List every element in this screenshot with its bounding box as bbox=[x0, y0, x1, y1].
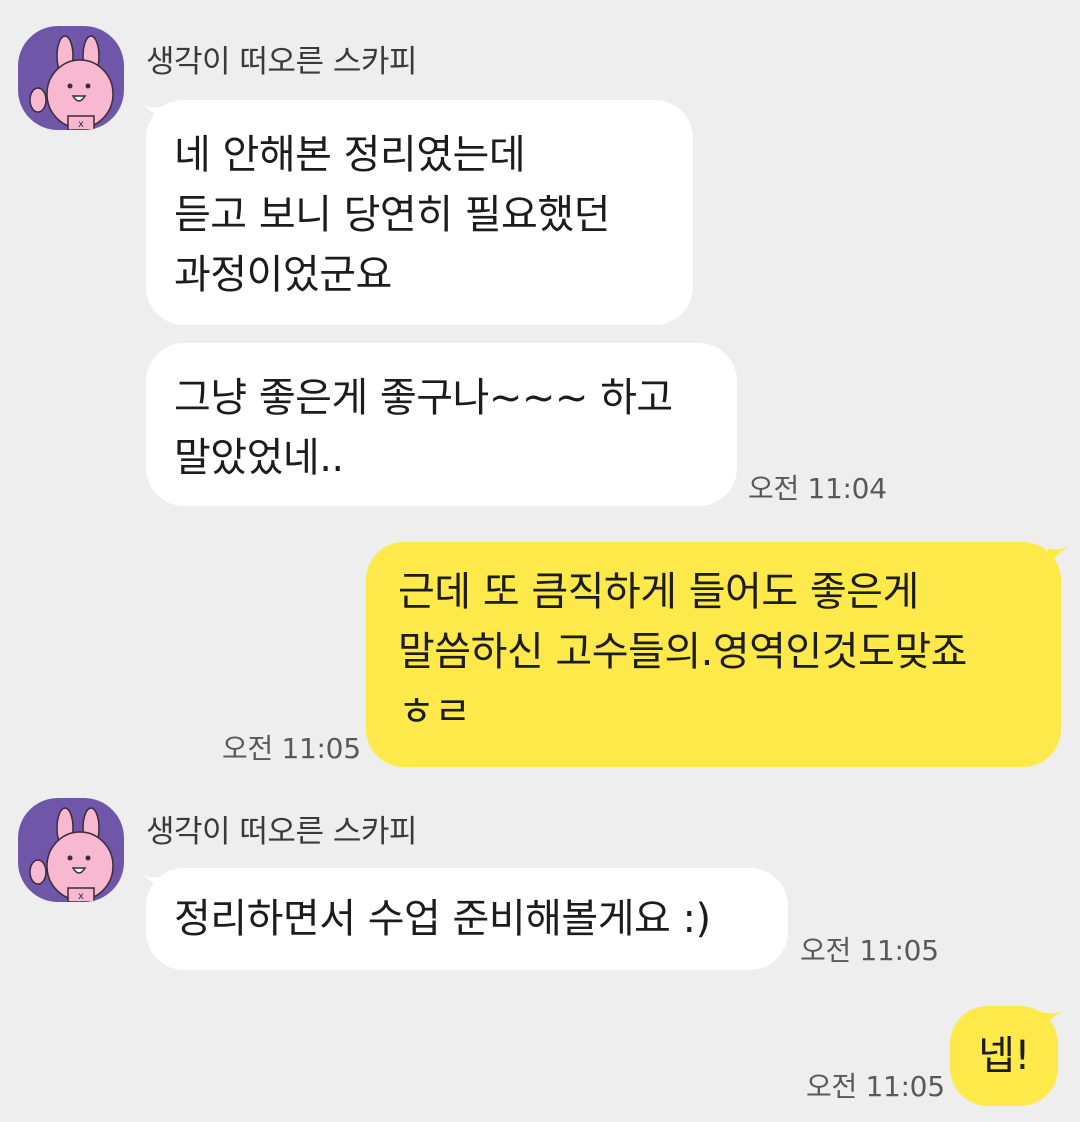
svg-text:x: x bbox=[78, 119, 84, 130]
message-timestamp: 오전 11:05 bbox=[222, 732, 361, 765]
sender-name: 생각이 떠오른 스카피 bbox=[146, 44, 417, 80]
outgoing-message-bubble[interactable]: 근데 또 큼직하게 들어도 좋은게 말씀하신 고수들의.영역인것도맞죠 ㅎㄹ bbox=[366, 542, 1061, 767]
rabbit-avatar-icon: x bbox=[29, 807, 114, 902]
sender-name: 생각이 떠오른 스카피 bbox=[146, 814, 417, 850]
outgoing-message-bubble[interactable]: 넵! bbox=[950, 1006, 1058, 1106]
message-timestamp: 오전 11:05 bbox=[806, 1070, 945, 1103]
incoming-message-bubble[interactable]: 네 안해본 정리였는데 듣고 보니 당연히 필요했던 과정이었군요 bbox=[146, 100, 693, 325]
rabbit-avatar-icon: x bbox=[29, 35, 114, 130]
message-timestamp: 오전 11:05 bbox=[800, 934, 939, 967]
message-timestamp: 오전 11:04 bbox=[748, 472, 887, 505]
sender-avatar[interactable]: x bbox=[18, 26, 124, 130]
svg-text:x: x bbox=[78, 891, 84, 902]
incoming-message-bubble[interactable]: 정리하면서 수업 준비해볼게요 :) bbox=[146, 868, 788, 970]
incoming-message-bubble[interactable]: 그냥 좋은게 좋구나~~~ 하고 말았었네.. bbox=[146, 343, 737, 506]
sender-avatar[interactable]: x bbox=[18, 798, 124, 902]
